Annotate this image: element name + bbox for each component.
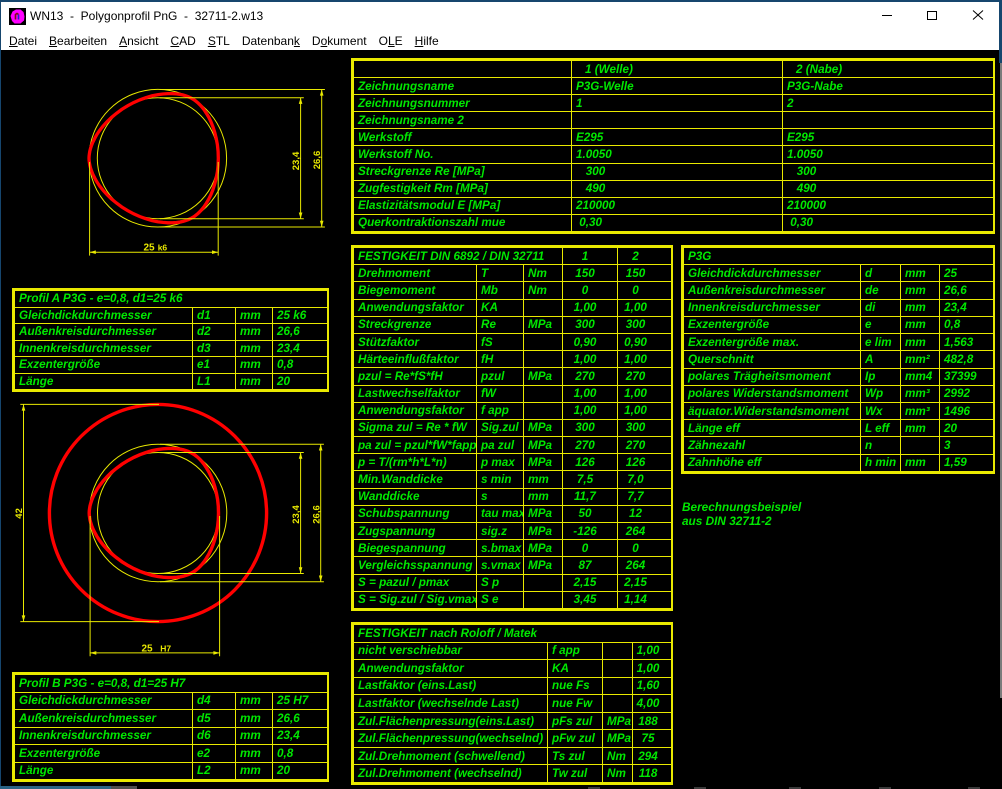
svg-text:42: 42 xyxy=(14,508,25,519)
svg-text:H7: H7 xyxy=(160,643,171,653)
svg-text:26,6: 26,6 xyxy=(312,505,323,524)
svg-text:26,6: 26,6 xyxy=(312,151,323,170)
svg-text:25: 25 xyxy=(144,242,156,253)
svg-text:25: 25 xyxy=(142,643,154,654)
svg-text:k6: k6 xyxy=(158,242,168,252)
svg-text:23,4: 23,4 xyxy=(291,151,302,170)
svg-text:23,4: 23,4 xyxy=(291,505,302,524)
